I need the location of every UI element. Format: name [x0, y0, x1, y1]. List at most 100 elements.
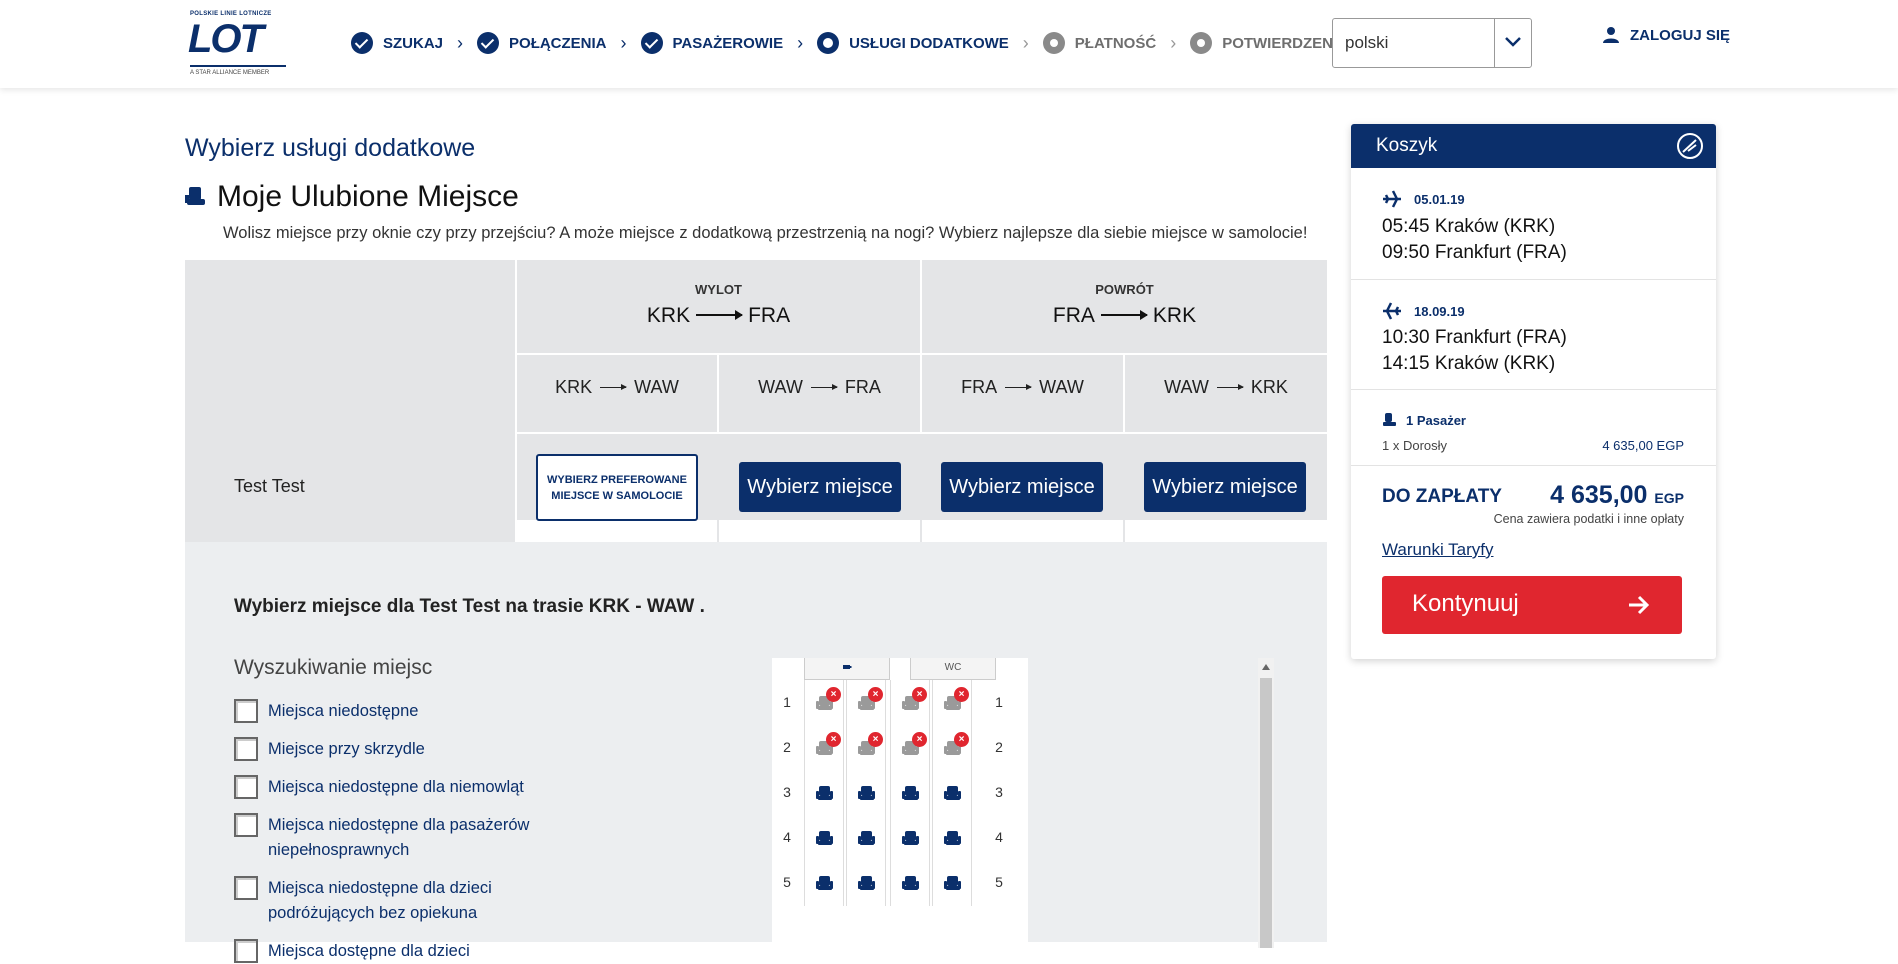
seat-available[interactable] [890, 770, 930, 816]
segment-header: WAW KRK [1125, 355, 1327, 434]
step-polaczenia[interactable]: POŁĄCZENIA [477, 32, 607, 54]
seat-available[interactable] [932, 815, 972, 861]
seat-available[interactable] [846, 860, 886, 906]
chevron-right-icon: › [457, 32, 464, 53]
step-szukaj[interactable]: SZUKAJ [351, 32, 443, 54]
arrow-right-icon [1216, 383, 1244, 390]
step-platnosc: PŁATNOŚĆ [1042, 32, 1156, 54]
scroll-up-icon[interactable] [1262, 664, 1270, 670]
seat-icon [902, 786, 919, 800]
segment-from: WAW [1164, 377, 1209, 397]
direction-return: POWRÓT FRA KRK [922, 260, 1327, 353]
route-to: FRA [748, 304, 791, 327]
flight-date: 18.09.19 [1382, 302, 1465, 320]
choose-seat-button[interactable]: Wybierz miejsce [1144, 462, 1306, 512]
logo-underline [190, 65, 286, 67]
seat-unavailable: × [890, 680, 930, 726]
flight-departure: 05:45 Kraków (KRK) [1382, 216, 1556, 237]
seat-available[interactable] [890, 860, 930, 906]
row-number: 5 [995, 874, 1003, 890]
passenger-row: Test Test WYBIERZ PREFEROWANE MIEJSCE W … [185, 434, 1327, 542]
seat-map: WC 1 1 × × × × 2 2 × × × × 3 3 4 4 5 5 [772, 658, 1028, 948]
seat-map-scrollbar[interactable] [1258, 658, 1274, 948]
step-label: USŁUGI DODATKOWE [849, 34, 1009, 52]
check-icon [477, 32, 500, 54]
seat-search-title: Wyszukiwanie miejsc [234, 656, 433, 679]
arrow-right-icon [696, 310, 744, 321]
unavailable-x-icon: × [912, 732, 927, 747]
preferred-seat-button[interactable]: WYBIERZ PREFEROWANE MIEJSCE W SAMOLOCIE [536, 454, 698, 521]
filter-children[interactable]: Miejsca dostępne dla dzieci [234, 939, 548, 964]
seat-icon [944, 876, 961, 890]
filter-no-disabled[interactable]: Miejsca niedostępne dla pasażerów niepeł… [234, 813, 548, 863]
filter-unavailable[interactable]: Miejsca niedostępne [234, 699, 548, 724]
filter-wing[interactable]: Miejsce przy skrzydle [234, 737, 548, 762]
check-icon [640, 32, 663, 54]
segment-route: FRA WAW [922, 377, 1123, 398]
wc-facility: WC [910, 658, 996, 680]
seat-available[interactable] [932, 770, 972, 816]
checkbox[interactable] [234, 775, 258, 799]
seat-available[interactable] [804, 770, 844, 816]
step-pasazerowie[interactable]: PASAŻEROWIE [640, 32, 784, 54]
seat-available[interactable] [846, 815, 886, 861]
total-value: 4 635,00 [1550, 481, 1648, 509]
segment-to: WAW [1039, 377, 1084, 397]
filter-label: Miejsca niedostępne dla pasażerów niepeł… [268, 816, 530, 859]
seat-available[interactable] [804, 860, 844, 906]
passenger-price: 4 635,00 EGP [1602, 438, 1684, 453]
seat-available[interactable] [804, 815, 844, 861]
galley-facility [804, 658, 890, 680]
logo-mark: LOT [188, 17, 264, 61]
unavailable-x-icon: × [826, 687, 841, 702]
choose-seat-button[interactable]: Wybierz miejsce [941, 462, 1103, 512]
filter-label: Miejsca niedostępne dla niemowląt [268, 778, 524, 796]
checkbox[interactable] [234, 939, 258, 963]
divider [920, 434, 922, 542]
seat-selection-panel: Wybierz miejsce dla Test Test na trasie … [185, 542, 1327, 963]
cart-passengers: 1 Pasażer 1 x Dorosły 4 635,00 EGP [1351, 390, 1716, 466]
filter-no-infants[interactable]: Miejsca niedostępne dla niemowląt [234, 775, 548, 800]
unavailable-x-icon: × [912, 687, 927, 702]
checkbox[interactable] [234, 876, 258, 900]
segment-route: KRK WAW [517, 377, 717, 398]
direction-outbound: WYLOT KRK FRA [517, 260, 920, 353]
checkbox[interactable] [234, 699, 258, 723]
chevron-right-icon: › [1170, 32, 1177, 53]
scrollbar-thumb[interactable] [1260, 678, 1272, 948]
seat-unavailable: × [846, 680, 886, 726]
login-link[interactable]: ZALOGUJ SIĘ [1602, 26, 1730, 44]
fare-conditions-link[interactable]: Warunki Taryfy [1382, 540, 1493, 560]
logo-star-alliance: A STAR ALLIANCE MEMBER [190, 70, 270, 76]
dropdown-toggle[interactable] [1494, 19, 1531, 67]
lot-logo[interactable]: POLSKIE LINIE LOTNICZE LOT A STAR ALLIAN… [188, 10, 294, 78]
unavailable-x-icon: × [868, 687, 883, 702]
checkbox[interactable] [234, 737, 258, 761]
passenger-name-cell: Test Test [185, 434, 515, 542]
choose-seat-button[interactable]: Wybierz miejsce [739, 462, 901, 512]
seat-available[interactable] [932, 860, 972, 906]
seat-available[interactable] [890, 815, 930, 861]
seat-unavailable: × [804, 680, 844, 726]
route-from: KRK [646, 304, 691, 327]
seat-icon [858, 786, 875, 800]
unavailable-x-icon: × [868, 732, 883, 747]
seat-icon [816, 786, 833, 800]
row-number: 4 [995, 829, 1003, 845]
route-from: FRA [1052, 304, 1095, 327]
direction-label: WYLOT [695, 282, 742, 297]
continue-label: Kontynuuj [1412, 590, 1519, 617]
segment-from: KRK [555, 377, 593, 397]
total-note: Cena zawiera podatki i inne opłaty [1493, 512, 1684, 526]
seat-available[interactable] [846, 770, 886, 816]
language-select[interactable]: polski [1332, 18, 1532, 68]
seat-icon [816, 831, 833, 845]
direction-label: POWRÓT [1095, 282, 1154, 297]
seat-icon [944, 831, 961, 845]
cart-box: Koszyk 05.01.19 05:45 Kraków (KRK) 09:50… [1351, 124, 1716, 659]
checkbox[interactable] [234, 813, 258, 837]
step-label: PASAŻEROWIE [672, 34, 784, 52]
filter-no-unaccompanied-minors[interactable]: Miejsca niedostępne dla dzieci podróżują… [234, 876, 548, 926]
passenger-count: 1 Pasażer [1382, 412, 1466, 428]
continue-button[interactable]: Kontynuuj [1382, 576, 1682, 634]
